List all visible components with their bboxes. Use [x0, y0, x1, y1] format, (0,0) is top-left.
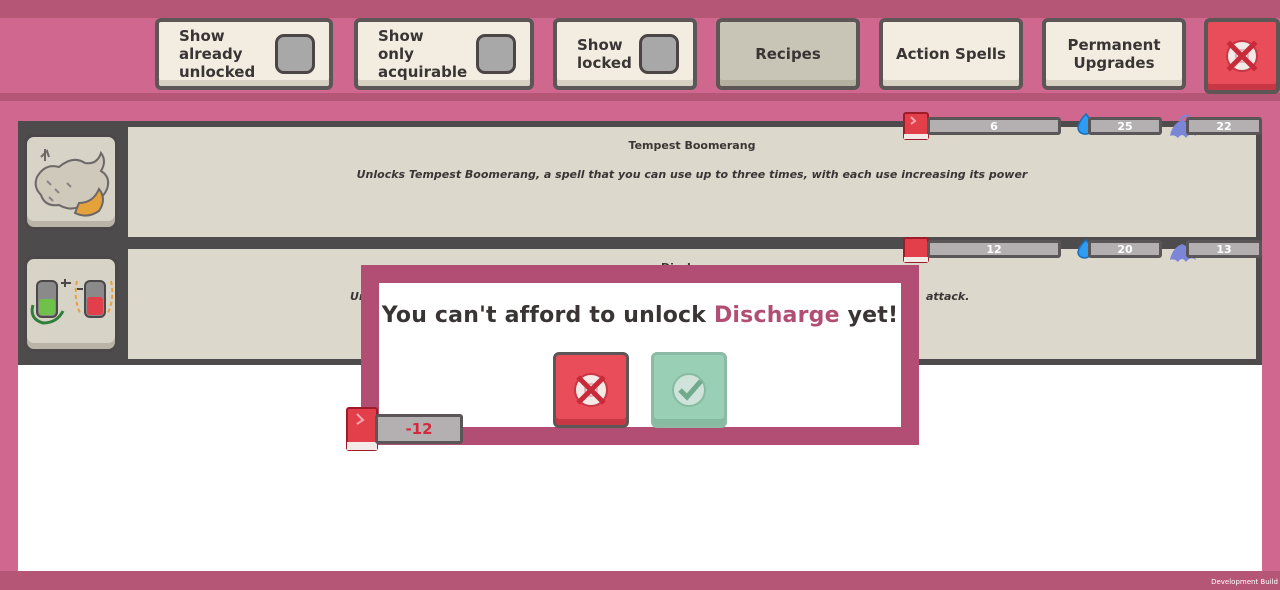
- wisp-cost: 22: [1186, 117, 1262, 135]
- tempest-boomerang-panel: Tempest Boomerang Unlocks Tempest Boomer…: [128, 127, 1256, 237]
- build-label: Development Build: [1211, 578, 1278, 586]
- dialog-message-prefix: You can't afford to unlock: [381, 303, 707, 328]
- dialog-message-suffix: yet!: [847, 303, 899, 328]
- show-locked-label: Show locked: [577, 36, 632, 72]
- deficit-amount: -12: [375, 414, 463, 444]
- dialog-cancel-button[interactable]: [553, 352, 629, 428]
- dialog-item-name: Discharge: [713, 303, 840, 328]
- show-only-acquirable-toggle[interactable]: Show only acquirable: [354, 18, 534, 90]
- tempest-boomerang-icon: [34, 149, 110, 217]
- tab-permanent-upgrades-label: Permanent Upgrades: [1067, 36, 1161, 72]
- book-icon: [346, 407, 378, 451]
- top-stripe: [0, 0, 1280, 18]
- tempest-boomerang-thumbnail: [24, 134, 118, 230]
- bottom-stripe: [0, 571, 1280, 590]
- droplet-cost: 25: [1088, 117, 1162, 135]
- show-already-unlocked-toggle[interactable]: Show already unlocked: [155, 18, 333, 90]
- deficit-indicator: -12: [345, 406, 465, 452]
- checkmark-icon: [672, 373, 706, 407]
- tab-recipes[interactable]: Recipes: [716, 18, 860, 90]
- show-already-unlocked-label: Show already unlocked: [179, 27, 256, 81]
- tab-recipes-label: Recipes: [755, 45, 821, 63]
- unlock-description-right: attack.: [926, 290, 970, 303]
- wisp-cost: 13: [1186, 240, 1262, 258]
- tab-action-spells-label: Action Spells: [896, 45, 1006, 63]
- book-cost: 12: [927, 240, 1061, 258]
- close-menu-button[interactable]: [1204, 18, 1280, 94]
- show-only-acquirable-label: Show only acquirable: [378, 27, 468, 81]
- tab-permanent-upgrades[interactable]: Permanent Upgrades: [1042, 18, 1186, 90]
- show-locked-checkbox[interactable]: [639, 34, 679, 74]
- show-locked-toggle[interactable]: Show locked: [553, 18, 697, 90]
- unlock-title: Tempest Boomerang: [628, 139, 756, 152]
- list-item[interactable]: Tempest Boomerang Unlocks Tempest Boomer…: [18, 121, 1262, 243]
- discharge-icon: [30, 279, 114, 325]
- show-already-unlocked-checkbox[interactable]: [275, 34, 315, 74]
- discharge-thumbnail: [24, 256, 118, 352]
- close-icon: [574, 373, 608, 407]
- dialog-message: You can't afford to unlock Discharge yet…: [379, 303, 901, 328]
- droplet-cost: 20: [1088, 240, 1162, 258]
- show-only-acquirable-checkbox[interactable]: [476, 34, 516, 74]
- book-cost: 6: [927, 117, 1061, 135]
- dialog-confirm-button: [651, 352, 727, 428]
- nav-divider: [0, 93, 1280, 101]
- unlock-description: Unlocks Tempest Boomerang, a spell that …: [356, 168, 1028, 181]
- close-icon: [1226, 40, 1258, 72]
- tab-action-spells[interactable]: Action Spells: [879, 18, 1023, 90]
